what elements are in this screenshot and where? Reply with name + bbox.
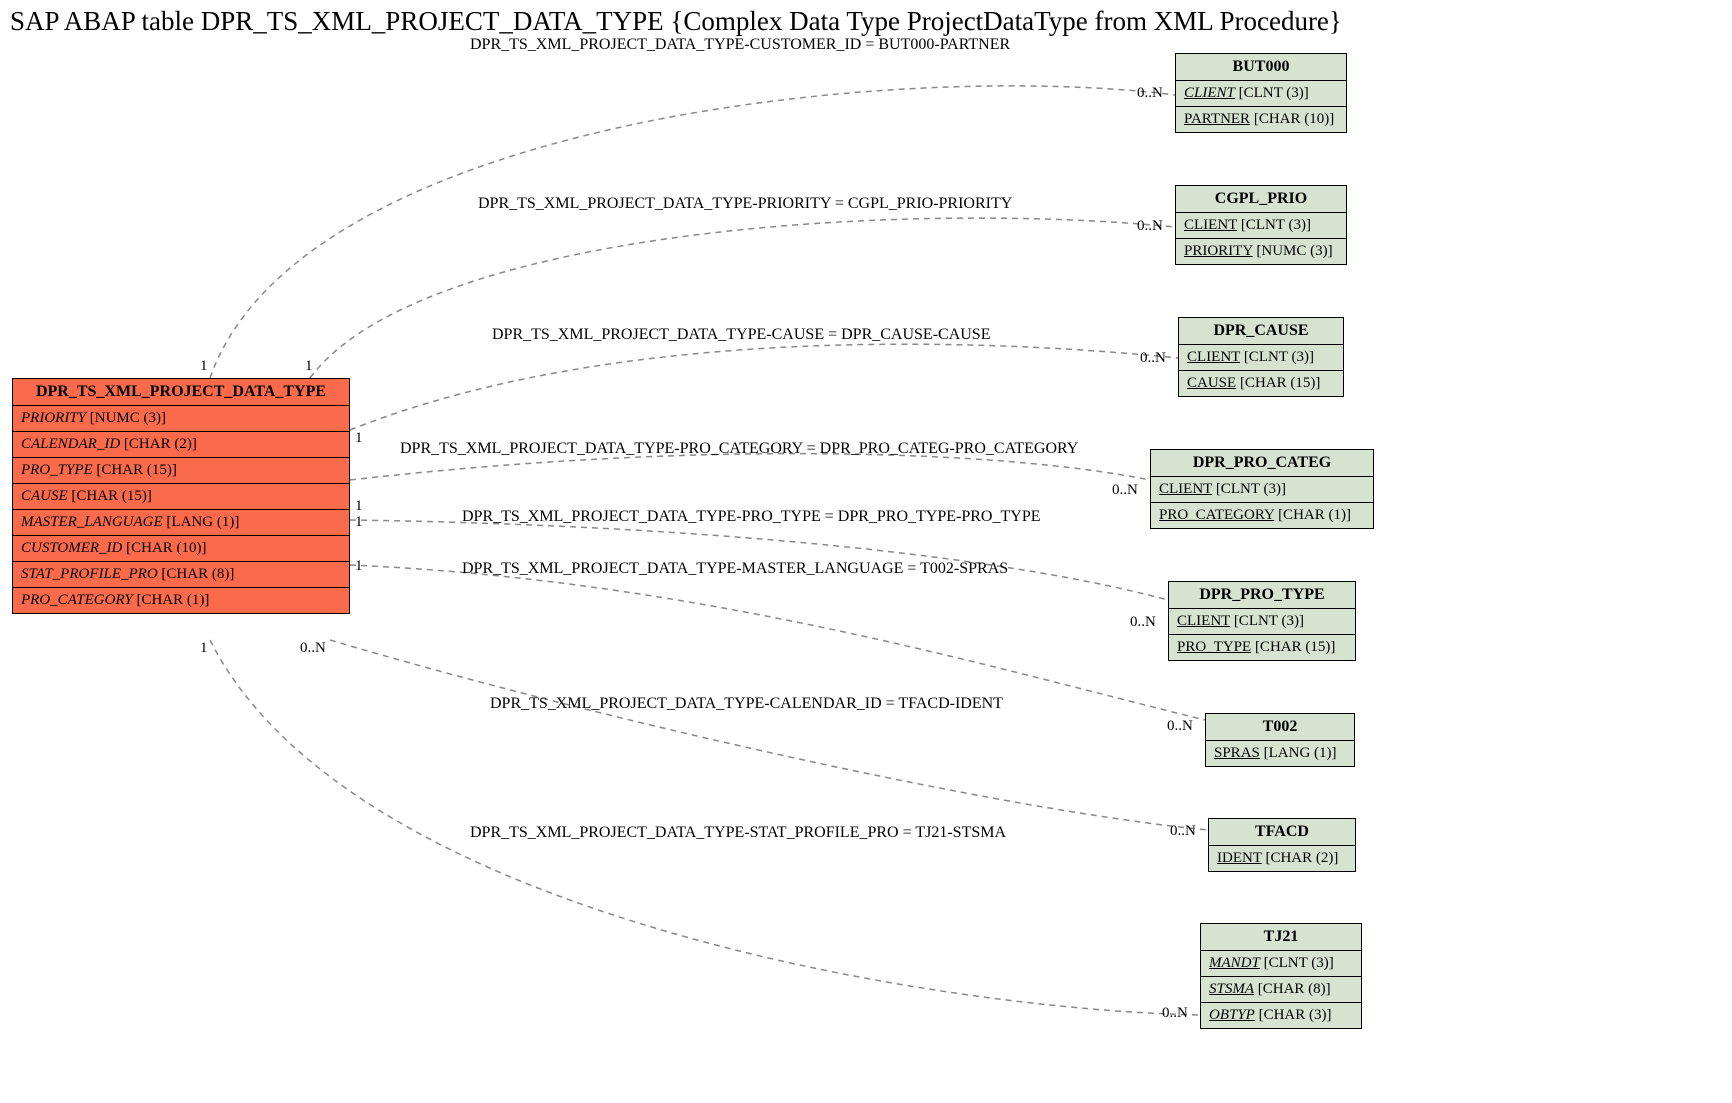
entity-main-field: STAT_PROFILE_PRO [CHAR (8)]: [13, 562, 349, 588]
entity-tfacd: TFACD IDENT [CHAR (2)]: [1208, 818, 1356, 872]
cardinality: 0..N: [1137, 218, 1163, 235]
entity-field: CAUSE [CHAR (15)]: [1179, 371, 1343, 396]
entity-field: STSMA [CHAR (8)]: [1201, 977, 1361, 1003]
entity-header: TJ21: [1201, 924, 1361, 951]
cardinality: 0..N: [1162, 1005, 1188, 1022]
entity-main-field: CAUSE [CHAR (15)]: [13, 484, 349, 510]
entity-main-header: DPR_TS_XML_PROJECT_DATA_TYPE: [13, 379, 349, 406]
entity-field: CLIENT [CLNT (3)]: [1179, 345, 1343, 371]
cardinality: 1: [200, 640, 208, 657]
entity-main-field: PRO_CATEGORY [CHAR (1)]: [13, 588, 349, 613]
entity-header: DPR_PRO_CATEG: [1151, 450, 1373, 477]
entity-main-field: CUSTOMER_ID [CHAR (10)]: [13, 536, 349, 562]
cardinality: 0..N: [300, 640, 326, 657]
cardinality: 0..N: [1137, 85, 1163, 102]
page-title: SAP ABAP table DPR_TS_XML_PROJECT_DATA_T…: [10, 6, 1342, 37]
entity-header: CGPL_PRIO: [1176, 186, 1346, 213]
cardinality: 0..N: [1112, 482, 1138, 499]
relation-label: DPR_TS_XML_PROJECT_DATA_TYPE-CAUSE = DPR…: [492, 326, 990, 344]
entity-field: CLIENT [CLNT (3)]: [1169, 609, 1355, 635]
entity-field: PRIORITY [NUMC (3)]: [1176, 239, 1346, 264]
entity-field: CLIENT [CLNT (3)]: [1176, 213, 1346, 239]
entity-dpr-pro-type: DPR_PRO_TYPE CLIENT [CLNT (3)] PRO_TYPE …: [1168, 581, 1356, 661]
cardinality: 0..N: [1167, 718, 1193, 735]
relation-label: DPR_TS_XML_PROJECT_DATA_TYPE-MASTER_LANG…: [462, 560, 1008, 578]
cardinality: 0..N: [1140, 350, 1166, 367]
entity-main-field: CALENDAR_ID [CHAR (2)]: [13, 432, 349, 458]
relation-label: DPR_TS_XML_PROJECT_DATA_TYPE-PRO_CATEGOR…: [400, 440, 1078, 458]
entity-main-field: MASTER_LANGUAGE [LANG (1)]: [13, 510, 349, 536]
entity-field: IDENT [CHAR (2)]: [1209, 846, 1355, 871]
entity-field: CLIENT [CLNT (3)]: [1176, 81, 1346, 107]
entity-header: BUT000: [1176, 54, 1346, 81]
entity-field: PRO_TYPE [CHAR (15)]: [1169, 635, 1355, 660]
entity-field: PARTNER [CHAR (10)]: [1176, 107, 1346, 132]
cardinality: 1: [355, 558, 363, 575]
entity-cgpl-prio: CGPL_PRIO CLIENT [CLNT (3)] PRIORITY [NU…: [1175, 185, 1347, 265]
cardinality: 1: [355, 514, 363, 531]
entity-field: CLIENT [CLNT (3)]: [1151, 477, 1373, 503]
entity-main-field: PRIORITY [NUMC (3)]: [13, 406, 349, 432]
entity-t002: T002 SPRAS [LANG (1)]: [1205, 713, 1355, 767]
cardinality: 1: [200, 358, 208, 375]
relation-label: DPR_TS_XML_PROJECT_DATA_TYPE-STAT_PROFIL…: [470, 824, 1006, 842]
entity-dpr-pro-categ: DPR_PRO_CATEG CLIENT [CLNT (3)] PRO_CATE…: [1150, 449, 1374, 529]
relation-label: DPR_TS_XML_PROJECT_DATA_TYPE-PRO_TYPE = …: [462, 508, 1040, 526]
cardinality: 1: [355, 430, 363, 447]
entity-but000: BUT000 CLIENT [CLNT (3)] PARTNER [CHAR (…: [1175, 53, 1347, 133]
entity-dpr-cause: DPR_CAUSE CLIENT [CLNT (3)] CAUSE [CHAR …: [1178, 317, 1344, 397]
entity-header: T002: [1206, 714, 1354, 741]
relation-label: DPR_TS_XML_PROJECT_DATA_TYPE-CALENDAR_ID…: [490, 695, 1003, 713]
entity-field: OBTYP [CHAR (3)]: [1201, 1003, 1361, 1028]
entity-field: SPRAS [LANG (1)]: [1206, 741, 1354, 766]
entity-header: DPR_PRO_TYPE: [1169, 582, 1355, 609]
cardinality: 0..N: [1170, 823, 1196, 840]
entity-header: TFACD: [1209, 819, 1355, 846]
entity-header: DPR_CAUSE: [1179, 318, 1343, 345]
cardinality: 1: [355, 498, 363, 515]
entity-field: PRO_CATEGORY [CHAR (1)]: [1151, 503, 1373, 528]
entity-field: MANDT [CLNT (3)]: [1201, 951, 1361, 977]
relation-label: DPR_TS_XML_PROJECT_DATA_TYPE-PRIORITY = …: [478, 195, 1012, 213]
cardinality: 0..N: [1130, 614, 1156, 631]
relation-label: DPR_TS_XML_PROJECT_DATA_TYPE-CUSTOMER_ID…: [470, 36, 1010, 54]
entity-main: DPR_TS_XML_PROJECT_DATA_TYPE PRIORITY [N…: [12, 378, 350, 614]
entity-tj21: TJ21 MANDT [CLNT (3)] STSMA [CHAR (8)] O…: [1200, 923, 1362, 1029]
cardinality: 1: [305, 358, 313, 375]
entity-main-field: PRO_TYPE [CHAR (15)]: [13, 458, 349, 484]
